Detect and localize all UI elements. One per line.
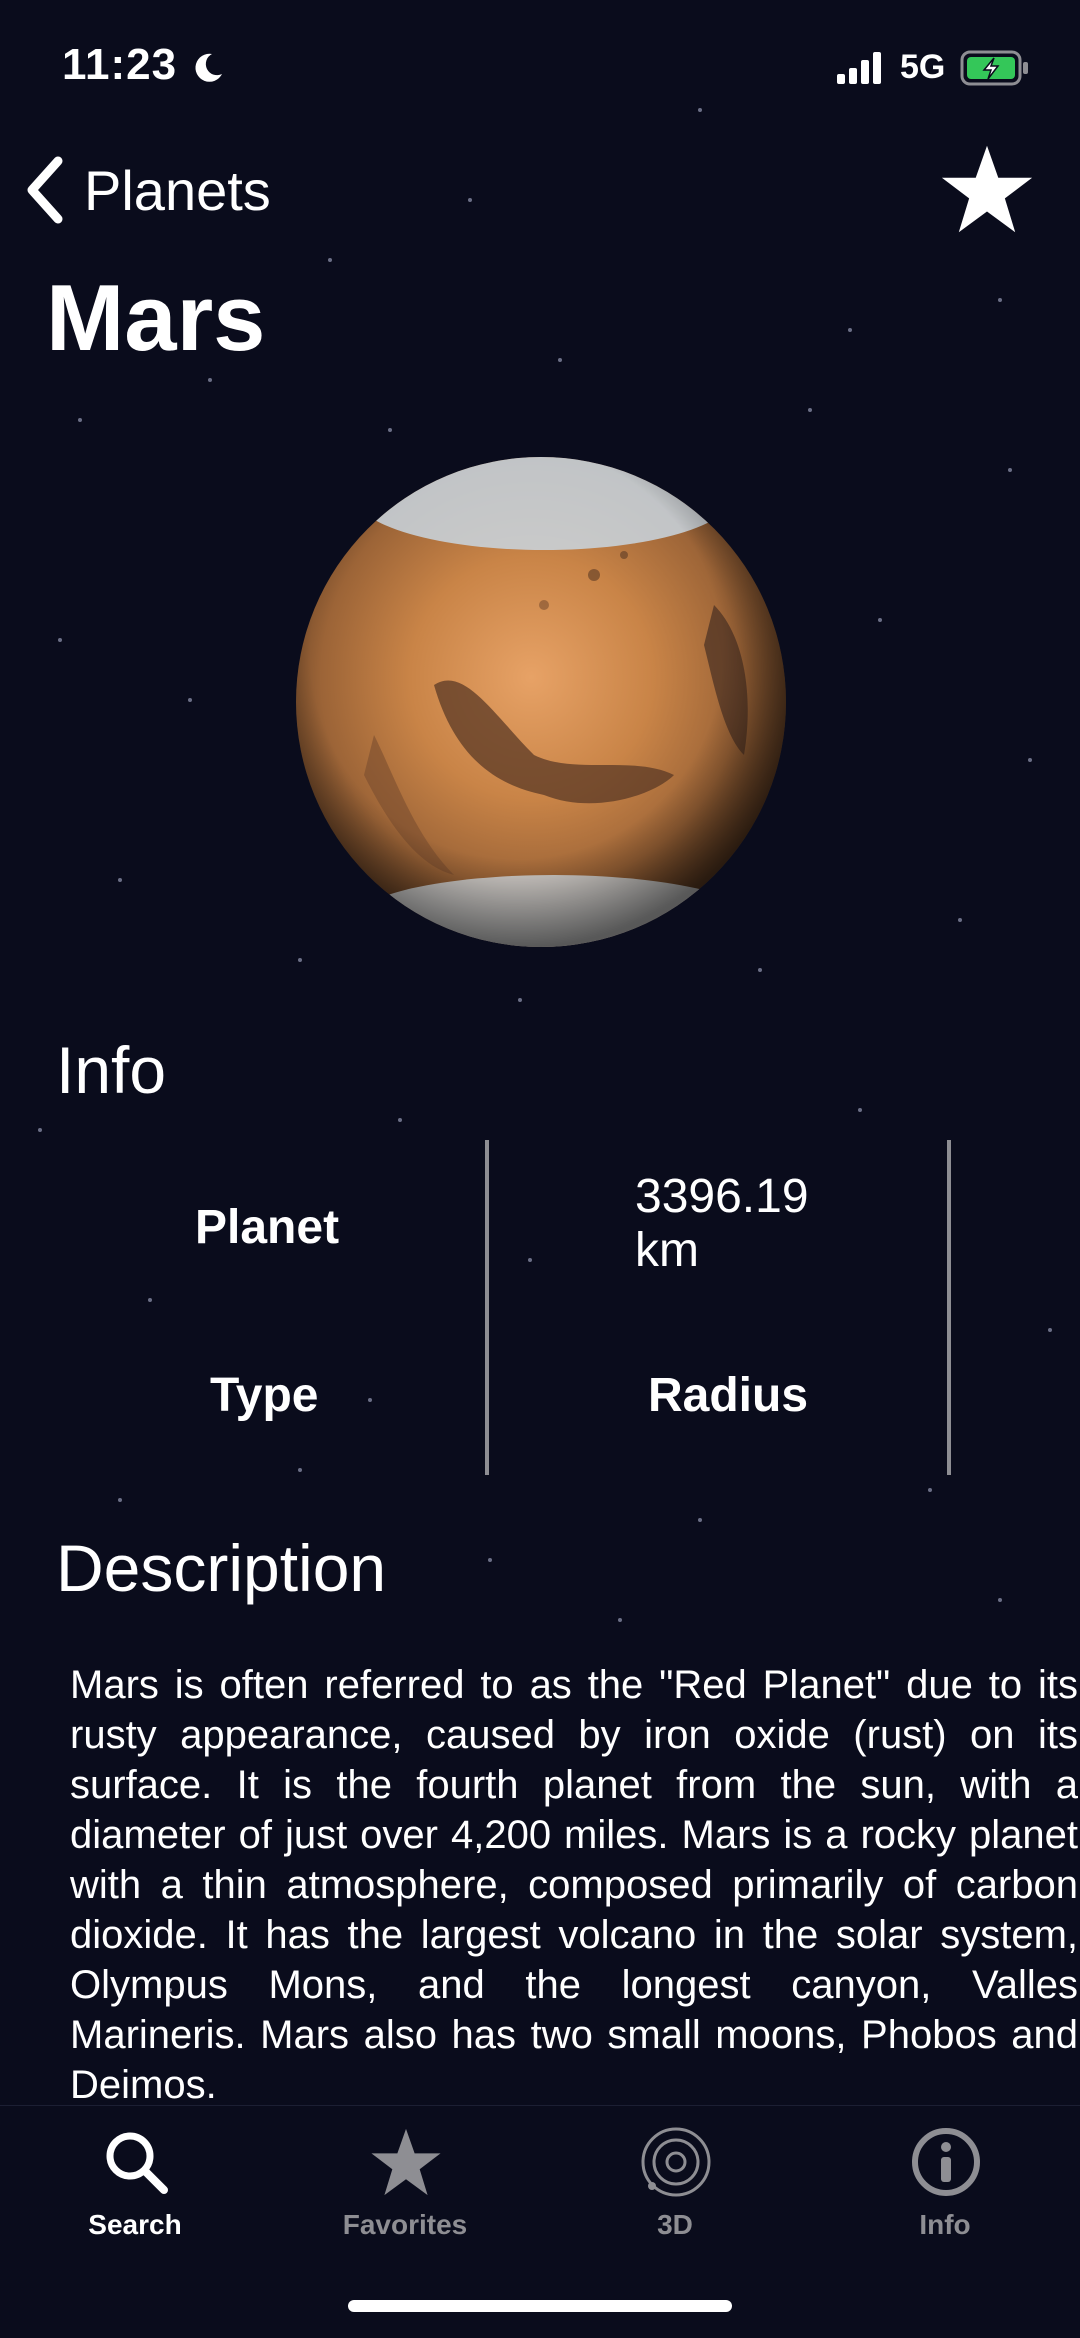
battery-charging-icon	[960, 50, 1028, 86]
moon-icon	[195, 53, 222, 82]
orbit-icon	[641, 2127, 711, 2197]
page-title: Mars	[46, 265, 266, 370]
status-bar: 11:23 5G	[0, 0, 1080, 130]
back-button[interactable]: Planets	[22, 150, 271, 230]
star-icon[interactable]	[940, 142, 1034, 236]
search-icon	[106, 2132, 168, 2194]
radius-label: Radius	[648, 1369, 809, 1422]
description-heading: Description	[56, 1531, 387, 1605]
column-divider	[947, 1140, 951, 1475]
star-icon	[371, 2128, 441, 2196]
tab-label: Search	[88, 2209, 182, 2240]
planet-image	[296, 457, 786, 947]
description-text: Mars is often referred to as the "Red Pl…	[70, 1663, 1078, 2107]
back-label: Planets	[84, 158, 271, 222]
navigation-bar: Planets	[0, 130, 1080, 250]
tab-favorites[interactable]: Favorites	[270, 2106, 540, 2256]
tab-search[interactable]: Search	[0, 2106, 270, 2256]
radius-value: 3396.19 km	[635, 1170, 809, 1277]
network-label: 5G	[900, 48, 946, 86]
info-heading: Info	[56, 1033, 167, 1107]
signal-icon	[837, 52, 881, 84]
planet-type-value: Planet	[195, 1201, 340, 1254]
tab-3d[interactable]: 3D	[540, 2106, 810, 2256]
info-icon	[912, 2128, 980, 2196]
type-label: Type	[210, 1369, 319, 1422]
tab-label: 3D	[657, 2209, 693, 2240]
info-table: Planet 3396.19 km Type Radius	[0, 1140, 1080, 1475]
tab-label: Favorites	[342, 2209, 468, 2240]
status-time: 11:23	[62, 40, 178, 89]
chevron-left-icon	[27, 156, 63, 224]
tab-info[interactable]: Info	[810, 2106, 1080, 2256]
column-divider	[485, 1140, 489, 1475]
home-indicator[interactable]	[348, 2300, 732, 2312]
tab-label: Info	[919, 2209, 971, 2240]
